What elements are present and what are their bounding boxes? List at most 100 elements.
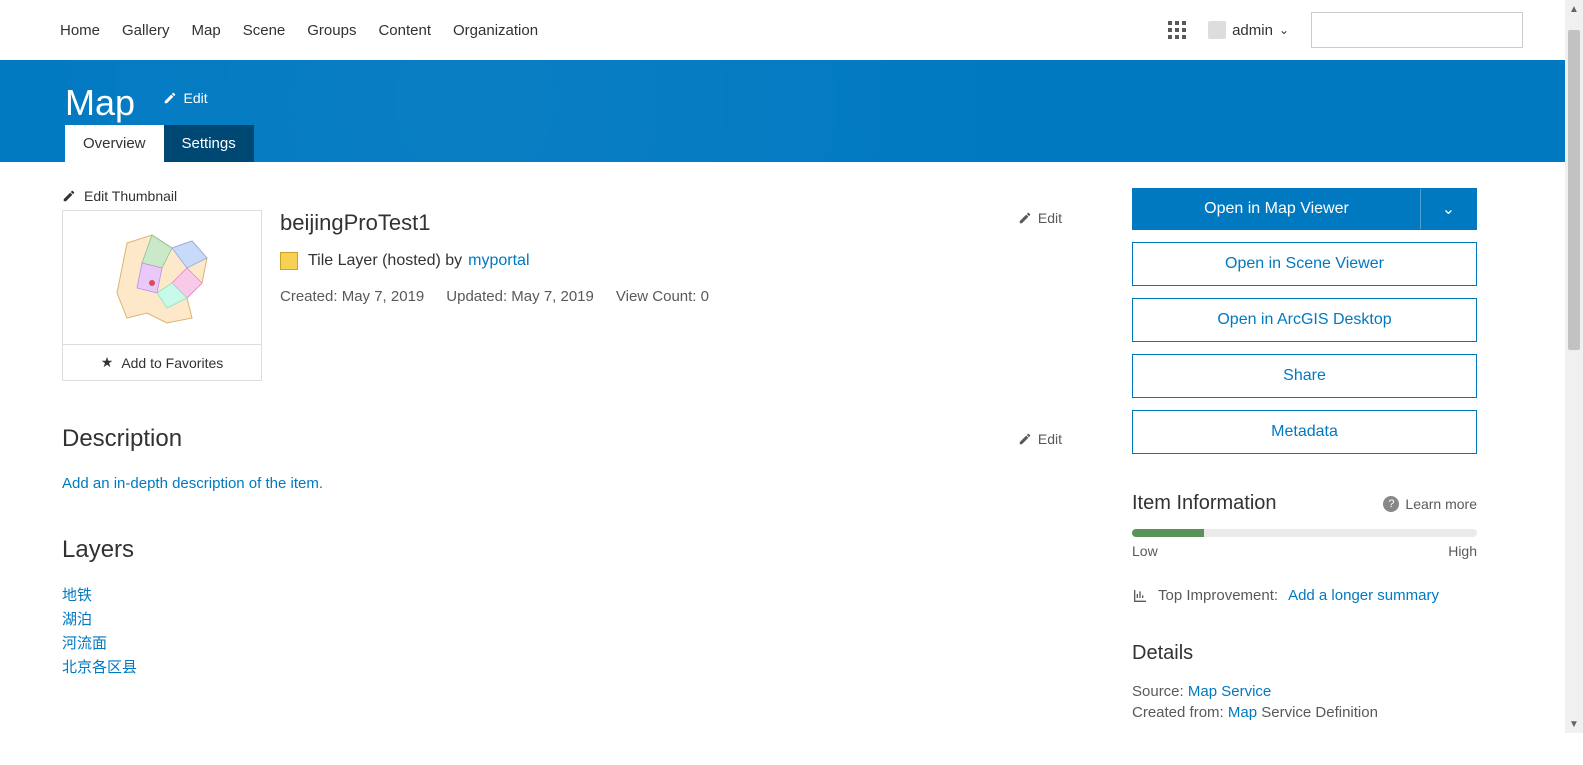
layers-title: Layers (62, 536, 134, 564)
description-title: Description (62, 425, 182, 453)
created-label: Created: May 7, 2019 (280, 288, 424, 305)
edit-thumbnail-label: Edit Thumbnail (84, 188, 177, 204)
created-from-link[interactable]: Map (1228, 704, 1257, 721)
tab-overview[interactable]: Overview (65, 125, 164, 162)
source-link[interactable]: Map Service (1188, 683, 1271, 700)
top-improvement-row: Top Improvement: Add a longer summary (1132, 587, 1477, 604)
edit-label: Edit (1038, 210, 1062, 226)
scroll-up-arrow-icon[interactable]: ▲ (1565, 0, 1583, 18)
edit-description-button[interactable]: Edit (1018, 431, 1062, 447)
item-meta-row: Created: May 7, 2019 Updated: May 7, 201… (280, 288, 1062, 305)
page-title: Map (65, 82, 135, 124)
nav-content[interactable]: Content (378, 22, 431, 39)
item-meta: beijingProTest1 Edit Tile Layer (hosted)… (280, 210, 1062, 305)
chevron-down-icon: ⌄ (1279, 23, 1289, 37)
layer-item[interactable]: 湖泊 (62, 608, 1062, 629)
thumbnail-image (63, 211, 261, 344)
learn-more-label: Learn more (1405, 496, 1477, 512)
scrollbar[interactable]: ▲ ▼ (1565, 0, 1583, 733)
edit-item-title-button[interactable]: Edit (1018, 210, 1062, 226)
view-count-label: View Count: 0 (616, 288, 709, 305)
search-box[interactable] (1311, 12, 1523, 48)
metadata-button[interactable]: Metadata (1132, 410, 1477, 454)
info-progress-fill (1132, 529, 1204, 537)
item-title: beijingProTest1 (280, 210, 430, 236)
edit-thumbnail-button[interactable]: Edit Thumbnail (62, 188, 177, 204)
nav-map[interactable]: Map (192, 22, 221, 39)
avatar (1208, 21, 1226, 39)
top-improvement-label: Top Improvement: (1158, 587, 1278, 604)
right-column: Open in Map Viewer ⌄ Open in Scene Viewe… (1132, 188, 1477, 725)
details-title: Details (1132, 642, 1477, 665)
pencil-icon (163, 91, 177, 105)
tile-layer-icon (280, 252, 298, 270)
nav-gallery[interactable]: Gallery (122, 22, 170, 39)
help-icon: ? (1383, 496, 1399, 512)
pencil-icon (1018, 211, 1032, 225)
map-thumbnail-icon (97, 223, 227, 333)
open-arcgis-desktop-button[interactable]: Open in ArcGIS Desktop (1132, 298, 1477, 342)
left-column: Edit Thumbnail ★ Add t (62, 188, 1062, 725)
learn-more-link[interactable]: ? Learn more (1383, 496, 1477, 512)
item-information-section: Item Information ? Learn more Low High T… (1132, 492, 1477, 604)
open-map-viewer-label: Open in Map Viewer (1133, 189, 1420, 229)
tab-settings[interactable]: Settings (164, 125, 254, 162)
created-from-label: Created from: (1132, 704, 1224, 721)
search-input[interactable] (1331, 22, 1512, 38)
user-name: admin (1232, 22, 1273, 39)
layers-list: 地铁 湖泊 河流面 北京各区县 (62, 584, 1062, 677)
open-scene-viewer-button[interactable]: Open in Scene Viewer (1132, 242, 1477, 286)
tab-bar: Overview Settings (65, 125, 254, 162)
details-section: Details Source: Map Service Created from… (1132, 642, 1477, 721)
nav-scene[interactable]: Scene (243, 22, 286, 39)
item-type-label: Tile Layer (hosted) by (308, 252, 462, 270)
add-to-favorites-label: Add to Favorites (121, 355, 223, 371)
scroll-thumb[interactable] (1568, 30, 1580, 350)
chevron-down-icon: ⌄ (1442, 199, 1455, 219)
thumbnail-box: ★ Add to Favorites (62, 210, 262, 381)
top-navigation: Home Gallery Map Scene Groups Content Or… (0, 0, 1583, 60)
description-header: Description Edit (62, 425, 1062, 453)
nav-home[interactable]: Home (60, 22, 100, 39)
nav-organization[interactable]: Organization (453, 22, 538, 39)
scroll-down-arrow-icon[interactable]: ▼ (1565, 715, 1583, 733)
pencil-icon (1018, 432, 1032, 446)
top-right: admin ⌄ (1168, 12, 1523, 48)
info-progress-bar (1132, 529, 1477, 537)
layers-header: Layers (62, 536, 1062, 564)
edit-title-label: Edit (183, 90, 207, 106)
layer-item[interactable]: 地铁 (62, 584, 1062, 605)
updated-label: Updated: May 7, 2019 (446, 288, 594, 305)
nav-list: Home Gallery Map Scene Groups Content Or… (60, 22, 538, 39)
open-map-viewer-dropdown[interactable]: ⌄ (1420, 189, 1476, 229)
item-information-title: Item Information (1132, 492, 1277, 515)
edit-title-button[interactable]: Edit (163, 90, 207, 106)
info-low-label: Low (1132, 543, 1158, 559)
page-header: Map Edit Overview Settings (0, 60, 1583, 162)
add-to-favorites-button[interactable]: ★ Add to Favorites (63, 344, 261, 380)
item-owner-link[interactable]: myportal (468, 252, 529, 270)
apps-icon[interactable] (1168, 21, 1186, 39)
share-button[interactable]: Share (1132, 354, 1477, 398)
star-icon: ★ (101, 354, 114, 371)
search-icon (1322, 22, 1323, 38)
nav-groups[interactable]: Groups (307, 22, 356, 39)
layer-item[interactable]: 北京各区县 (62, 656, 1062, 677)
top-improvement-link[interactable]: Add a longer summary (1288, 587, 1439, 604)
chart-icon (1132, 588, 1148, 604)
item-type-row: Tile Layer (hosted) by myportal (280, 252, 1062, 270)
open-map-viewer-button[interactable]: Open in Map Viewer ⌄ (1132, 188, 1477, 230)
content: Edit Thumbnail ★ Add t (0, 162, 1583, 765)
user-menu[interactable]: admin ⌄ (1208, 21, 1289, 39)
info-progress-labels: Low High (1132, 543, 1477, 559)
item-header-row: ★ Add to Favorites beijingProTest1 Edit … (62, 210, 1062, 381)
info-high-label: High (1448, 543, 1477, 559)
edit-label: Edit (1038, 431, 1062, 447)
source-label: Source: (1132, 683, 1184, 700)
layer-item[interactable]: 河流面 (62, 632, 1062, 653)
created-from-after: Service Definition (1261, 704, 1378, 721)
add-description-link[interactable]: Add an in-depth description of the item. (62, 475, 1062, 492)
item-information-header: Item Information ? Learn more (1132, 492, 1477, 515)
source-line: Source: Map Service (1132, 683, 1477, 700)
created-from-line: Created from: Map Service Definition (1132, 704, 1477, 721)
